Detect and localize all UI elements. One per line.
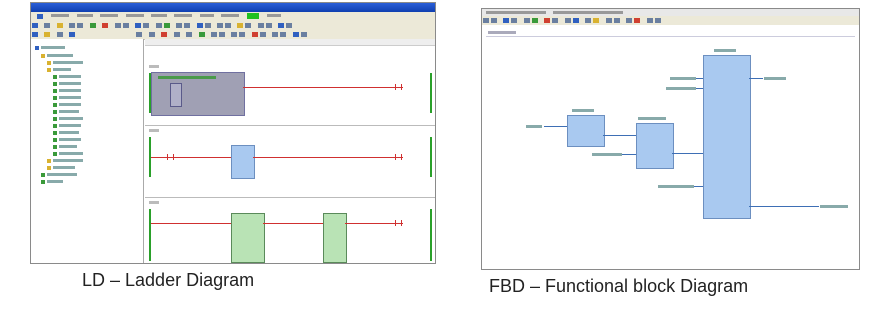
output-label [764, 77, 786, 80]
menu-highlighted-item[interactable] [246, 13, 260, 19]
rung-3-wire [151, 223, 231, 224]
fbd-wire [672, 153, 703, 154]
fbd-caption: FBD – Functional block Diagram [489, 276, 749, 296]
network-label [488, 31, 516, 34]
middle-block-title [638, 117, 666, 120]
fbd-middle-block[interactable] [636, 123, 674, 169]
tree-item[interactable] [53, 95, 81, 100]
fbd-wire [622, 154, 636, 155]
save-icon[interactable] [56, 23, 63, 28]
tree-item[interactable] [35, 45, 65, 50]
input-label [592, 153, 622, 156]
rung-separator [145, 197, 435, 198]
tree-item[interactable] [53, 130, 79, 135]
project-tree[interactable] [31, 39, 144, 263]
tree-item[interactable] [53, 144, 77, 149]
rung-2-coil[interactable] [395, 154, 402, 160]
rung-3-wire-mid [263, 223, 323, 224]
tree-item[interactable] [41, 172, 77, 177]
file-icon[interactable] [44, 23, 51, 28]
tree-item[interactable] [53, 123, 81, 128]
rung-2-function-block[interactable] [231, 145, 255, 179]
coil-icon[interactable] [186, 32, 193, 37]
right-power-rail [430, 137, 432, 177]
app-icon [37, 14, 43, 19]
input-label [658, 185, 694, 188]
tree-item[interactable] [47, 67, 71, 72]
tree-item[interactable] [47, 60, 83, 65]
right-power-rail [430, 73, 432, 113]
tree-item[interactable] [41, 53, 73, 58]
fbd-wire [544, 126, 567, 127]
tree-item[interactable] [53, 116, 83, 121]
tree-item[interactable] [53, 81, 81, 86]
left-power-rail [149, 209, 151, 261]
ld-editor[interactable] [145, 39, 435, 263]
tree-item[interactable] [47, 158, 83, 163]
fbd-wire [749, 206, 819, 207]
rung-2-contact[interactable] [167, 154, 174, 160]
input-label [526, 125, 542, 128]
zoom-icon[interactable] [136, 32, 143, 37]
selected-rung-block[interactable] [151, 72, 245, 116]
input-label [670, 77, 696, 80]
tree-item[interactable] [47, 165, 75, 170]
fbd-input-block[interactable] [567, 115, 605, 147]
contact-icon[interactable] [173, 32, 180, 37]
fbd-tab-bar[interactable] [482, 9, 859, 16]
fbd-wire [694, 186, 703, 187]
tree-item[interactable] [53, 74, 81, 79]
rung-2-wire-out [253, 157, 403, 158]
network-separator [486, 36, 855, 37]
tree-item[interactable] [53, 102, 81, 107]
fbd-wire [603, 135, 636, 136]
fbd-wire [749, 78, 763, 79]
input-block-title [572, 109, 594, 112]
tree-item[interactable] [53, 137, 81, 142]
rung-2-label [149, 129, 159, 132]
rung-2-wire [151, 157, 231, 158]
fbd-main-block[interactable] [703, 55, 751, 219]
input-label [666, 87, 696, 90]
ld-menubar[interactable] [31, 12, 435, 21]
folder-icon[interactable] [32, 23, 38, 28]
ld-window-titlebar [31, 3, 435, 12]
block-icon[interactable] [198, 32, 205, 37]
run-icon[interactable] [89, 23, 96, 28]
fbd-wire [696, 88, 703, 89]
tree-item[interactable] [53, 88, 81, 93]
rung-1-wire [243, 87, 403, 88]
rung-3-label [149, 201, 159, 204]
tree-item[interactable] [53, 109, 79, 114]
fbd-wire [696, 78, 703, 79]
ld-screenshot [30, 2, 436, 264]
rung-3-coil[interactable] [395, 220, 402, 226]
main-block-title [714, 49, 736, 52]
output-label [820, 205, 848, 208]
rung-separator [145, 125, 435, 126]
rung-1-coil[interactable] [395, 84, 402, 90]
fbd-canvas[interactable] [482, 25, 859, 269]
fbd-screenshot [481, 8, 860, 270]
right-power-rail [430, 209, 432, 261]
tree-item[interactable] [53, 151, 83, 156]
ld-caption: LD – Ladder Diagram [82, 270, 255, 290]
rung-3-block-1[interactable] [231, 213, 265, 263]
rung-1-label [149, 65, 159, 68]
editor-tab-bar[interactable] [145, 39, 435, 46]
rung-3-block-2[interactable] [323, 213, 347, 263]
stop-icon[interactable] [102, 23, 109, 28]
tree-item[interactable] [41, 179, 63, 184]
